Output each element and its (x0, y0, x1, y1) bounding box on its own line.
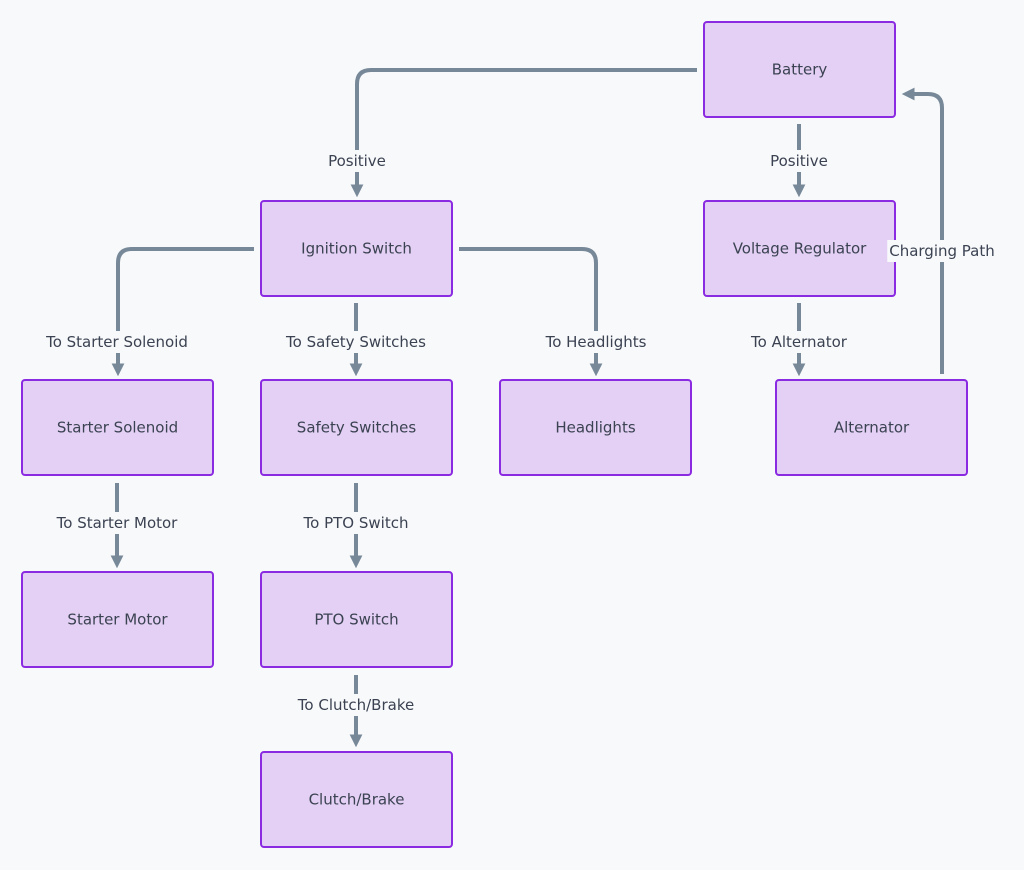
node-alternator[interactable]: Alternator (775, 379, 968, 476)
node-label: Headlights (555, 419, 635, 437)
edge-label-text: Positive (328, 152, 386, 170)
node-label: Starter Solenoid (57, 419, 178, 437)
node-headlights[interactable]: Headlights (499, 379, 692, 476)
node-pto[interactable]: PTO Switch (260, 571, 453, 668)
edge-label: Positive (768, 150, 830, 172)
edge-label-text: To Safety Switches (285, 333, 426, 351)
node-clutch[interactable]: Clutch/Brake (260, 751, 453, 848)
edge-label: To Safety Switches (283, 331, 429, 353)
edge-label-text: To PTO Switch (303, 514, 409, 532)
edge-battery-to-ignition (350, 68, 697, 198)
edge-label: To Headlights (542, 331, 649, 353)
edge-label: Charging Path (887, 240, 997, 262)
edge-line (901, 87, 944, 374)
node-regulator[interactable]: Voltage Regulator (703, 200, 896, 297)
node-label: Clutch/Brake (309, 791, 405, 809)
node-battery[interactable]: Battery (703, 21, 896, 118)
edge-label-text: To Headlights (545, 333, 647, 351)
edge-label: To Starter Solenoid (43, 331, 190, 353)
flowchart: Battery Ignition Switch Voltage Regulator S… (21, 21, 997, 848)
edge-line (350, 68, 697, 198)
node-label: PTO Switch (314, 611, 398, 629)
node-solenoid[interactable]: Starter Solenoid (21, 379, 214, 476)
node-label: Alternator (834, 419, 910, 437)
edge-label-text: To Alternator (750, 333, 848, 351)
edge-label-text: Positive (770, 152, 828, 170)
node-label: Safety Switches (297, 419, 417, 437)
node-motor[interactable]: Starter Motor (21, 571, 214, 668)
edge-label: To PTO Switch (300, 512, 411, 534)
node-label: Ignition Switch (301, 240, 412, 258)
edge-label-text: Charging Path (889, 242, 995, 260)
node-label: Battery (772, 61, 828, 79)
edge-alternator-to-battery (901, 87, 944, 374)
edge-label: To Starter Motor (53, 512, 181, 534)
edge-label-text: To Clutch/Brake (297, 696, 414, 714)
node-ignition[interactable]: Ignition Switch (260, 200, 453, 297)
edge-label: Positive (326, 150, 388, 172)
edge-label: To Alternator (748, 331, 850, 353)
node-label: Starter Motor (67, 611, 168, 629)
node-label: Voltage Regulator (733, 240, 867, 258)
edge-label-text: To Starter Solenoid (45, 333, 188, 351)
node-safety[interactable]: Safety Switches (260, 379, 453, 476)
edge-label-text: To Starter Motor (56, 514, 179, 532)
edge-label: To Clutch/Brake (294, 694, 417, 716)
